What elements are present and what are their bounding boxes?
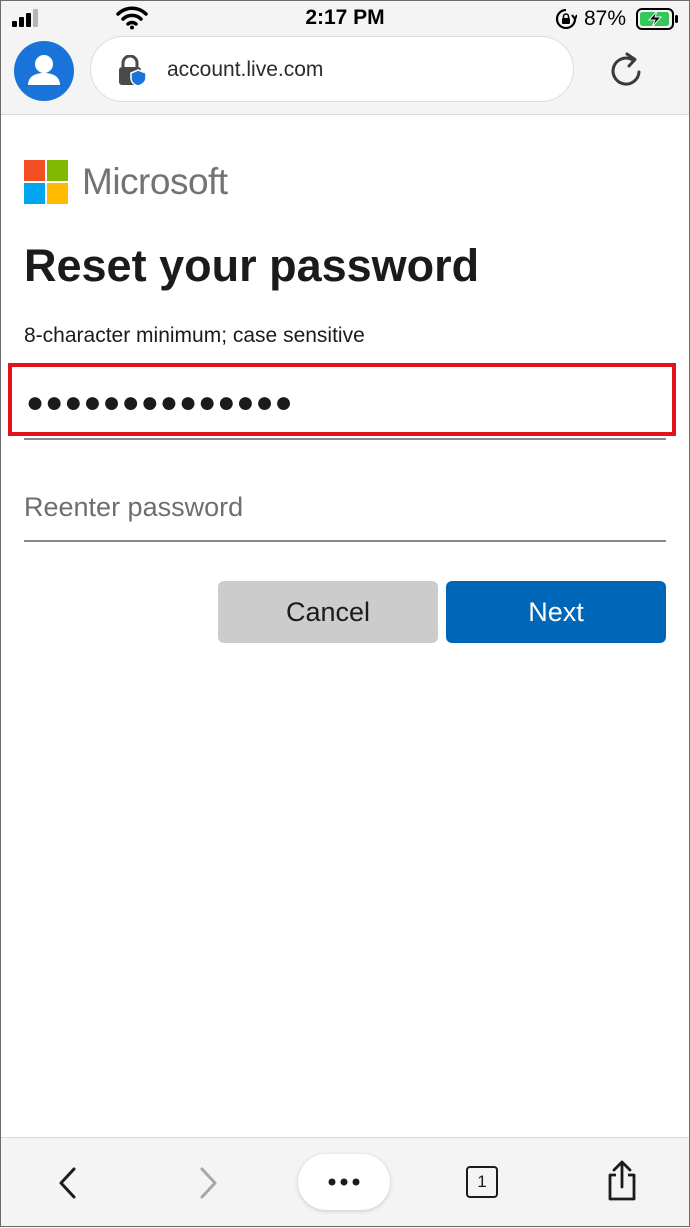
tab-count: 1 bbox=[477, 1172, 487, 1191]
share-icon[interactable] bbox=[604, 1160, 640, 1202]
site-lock-shield-icon bbox=[119, 55, 147, 87]
back-arrow-icon[interactable] bbox=[54, 1166, 82, 1200]
status-bar: 2:17 PM 87% bbox=[0, 0, 690, 36]
address-bar[interactable]: account.live.com bbox=[90, 36, 574, 102]
url-text: account.live.com bbox=[167, 58, 324, 81]
bottom-toolbar: 1 bbox=[0, 1137, 690, 1228]
page-title: Reset your password bbox=[24, 240, 480, 291]
profile-avatar-icon[interactable] bbox=[14, 41, 74, 101]
tabs-icon[interactable]: 1 bbox=[466, 1166, 498, 1198]
cancel-button[interactable]: Cancel bbox=[218, 581, 438, 643]
orientation-lock-icon bbox=[555, 9, 577, 29]
more-menu-icon bbox=[328, 1178, 360, 1186]
browser-toolbar: account.live.com bbox=[0, 36, 690, 115]
reload-icon[interactable] bbox=[608, 50, 646, 90]
highlight-annotation-box bbox=[8, 363, 676, 436]
forward-arrow-icon[interactable] bbox=[194, 1166, 222, 1200]
brand-name: Microsoft bbox=[82, 161, 228, 202]
reenter-password-field[interactable] bbox=[24, 476, 666, 542]
more-menu-button[interactable] bbox=[298, 1154, 390, 1210]
next-button[interactable]: Next bbox=[446, 581, 666, 643]
battery-percent: 87% bbox=[584, 7, 627, 30]
password-hint: 8-character minimum; case sensitive bbox=[24, 324, 365, 347]
reenter-password-input[interactable] bbox=[24, 476, 666, 538]
battery-charging-icon bbox=[636, 8, 678, 30]
